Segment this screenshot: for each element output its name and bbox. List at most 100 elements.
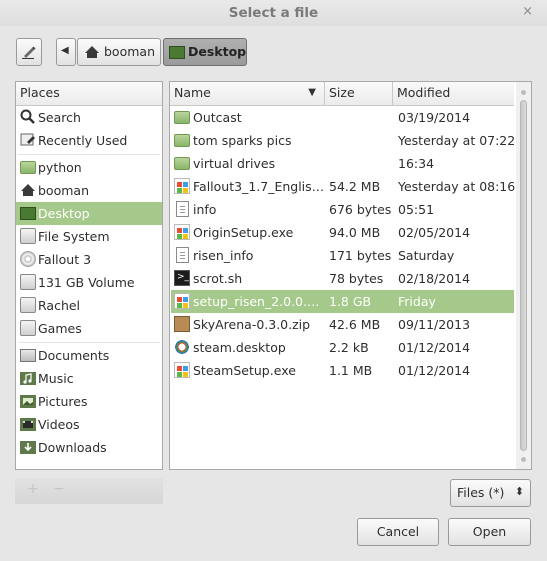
home-icon — [85, 46, 99, 58]
file-modified-cell: Saturday — [398, 248, 455, 263]
file-modified-cell: Friday — [398, 294, 436, 309]
cancel-button[interactable]: Cancel — [357, 518, 439, 546]
file-row[interactable]: tom sparks pics Yesterday at 07:22 — [171, 129, 516, 152]
file-modified-cell: 02/18/2014 — [398, 271, 471, 286]
places-item-file-system[interactable]: File System — [16, 225, 162, 248]
pictures-icon — [20, 393, 36, 409]
places-header[interactable]: Places — [16, 82, 162, 106]
places-item-search[interactable]: Search — [16, 106, 162, 129]
places-item-music[interactable]: Music — [16, 367, 162, 390]
updown-arrow-icon: ⬍ — [514, 485, 524, 498]
type-location-button[interactable] — [16, 38, 42, 66]
title-bar[interactable]: Select a file × — [0, 0, 547, 26]
file-modified-cell: Yesterday at 08:16 — [398, 179, 516, 194]
file-list: Name ▼ Size Modified Outcast 03/19/2014 to… — [169, 81, 532, 470]
places-item-pictures[interactable]: Pictures — [16, 390, 162, 413]
file-name-cell: scrot.sh — [193, 271, 243, 286]
places-item-label: Search — [38, 110, 81, 125]
pencil-icon — [22, 46, 36, 59]
file-row[interactable]: Outcast 03/19/2014 — [171, 106, 514, 129]
scroll-up-arrow[interactable] — [521, 90, 526, 95]
vertical-scrollbar[interactable] — [516, 82, 531, 469]
music-icon — [20, 370, 36, 386]
open-button[interactable]: Open — [448, 518, 531, 546]
launcher-icon — [174, 339, 190, 355]
folder-icon — [174, 134, 190, 147]
file-row[interactable]: info 676 bytes 05:51 — [171, 198, 514, 221]
scroll-down-arrow[interactable] — [521, 457, 526, 462]
file-row[interactable]: risen_info 171 bytes Saturday — [171, 244, 514, 267]
file-modified-cell: 03/19/2014 — [398, 110, 471, 125]
documents-icon — [20, 349, 36, 362]
file-row[interactable]: >_ scrot.sh 78 bytes 02/18/2014 — [171, 267, 514, 290]
places-item-booman[interactable]: booman — [16, 179, 162, 202]
disc-icon — [20, 251, 36, 267]
path-button-booman[interactable]: booman — [77, 38, 161, 66]
videos-icon — [20, 416, 36, 432]
file-row[interactable]: setup_risen_2.0.0.… 1.8 GB Friday — [171, 290, 514, 313]
file-modified-cell: 05:51 — [398, 202, 435, 217]
file-row[interactable]: Fallout3_1.7_Englis… 54.2 MB Yesterday at … — [171, 175, 516, 198]
sort-descending-icon: ▼ — [308, 87, 316, 98]
places-item-python[interactable]: python — [16, 156, 162, 179]
column-size-label: Size — [329, 85, 355, 100]
file-size-cell: 42.6 MB — [329, 317, 381, 332]
places-item-downloads[interactable]: Downloads — [16, 436, 162, 459]
file-modified-cell: Yesterday at 07:22 — [398, 133, 516, 148]
column-header-modified[interactable]: Modified — [393, 82, 514, 106]
path-back-button[interactable]: ◀ — [56, 38, 76, 66]
folder-icon — [174, 157, 190, 170]
file-row[interactable]: SkyArena-0.3.0.zip 42.6 MB 09/11/2013 — [171, 313, 514, 336]
places-item-rachel[interactable]: Rachel — [16, 294, 162, 317]
file-name-cell: SkyArena-0.3.0.zip — [193, 317, 311, 332]
places-item-fallout-3[interactable]: Fallout 3 — [16, 248, 162, 271]
path-label-desktop: Desktop — [188, 44, 247, 59]
text-file-icon — [176, 247, 189, 263]
places-item-label: Games — [38, 321, 82, 336]
recent-icon — [20, 132, 36, 148]
places-item-label: File System — [38, 229, 110, 244]
add-bookmark-button[interactable]: + — [27, 481, 39, 497]
column-header-size[interactable]: Size — [325, 82, 393, 106]
file-row[interactable]: virtual drives 16:34 — [171, 152, 514, 175]
remove-bookmark-button[interactable]: − — [53, 481, 65, 497]
file-name-cell: info — [193, 202, 217, 217]
file-size-cell: 1.8 GB — [329, 294, 372, 309]
places-item-games[interactable]: Games — [16, 317, 162, 340]
folder-icon — [174, 111, 190, 124]
path-button-desktop[interactable]: Desktop — [163, 38, 247, 66]
file-row[interactable]: OriginSetup.exe 94.0 MB 02/05/2014 — [171, 221, 514, 244]
close-icon[interactable]: × — [522, 4, 533, 19]
places-item-desktop[interactable]: Desktop — [16, 202, 162, 225]
places-item-label: Rachel — [38, 298, 81, 313]
places-item-videos[interactable]: Videos — [16, 413, 162, 436]
file-filter-label: Files (*) — [457, 485, 505, 500]
file-size-cell: 1.1 MB — [329, 363, 373, 378]
file-modified-cell: 16:34 — [398, 156, 435, 171]
file-size-cell: 676 bytes — [329, 202, 392, 217]
places-sidebar: Places Search Recently Used python booman De… — [15, 81, 163, 470]
chevron-left-icon: ◀ — [61, 45, 69, 56]
scrollbar-thumb[interactable] — [520, 100, 527, 451]
file-size-cell: 171 bytes — [329, 248, 392, 263]
places-item-label: Documents — [38, 348, 110, 363]
places-item-recently-used[interactable]: Recently Used — [16, 129, 162, 152]
places-separator — [18, 342, 160, 343]
desktop-icon — [169, 46, 185, 59]
drive-icon — [20, 274, 36, 290]
places-item-label: Desktop — [38, 206, 90, 221]
file-row[interactable]: steam.desktop 2.2 kB 01/12/2014 — [171, 336, 514, 359]
file-filter-combo[interactable]: Files (*) ⬍ — [450, 479, 531, 507]
file-modified-cell: 01/12/2014 — [398, 363, 471, 378]
places-item-documents[interactable]: Documents — [16, 344, 162, 367]
file-modified-cell: 01/12/2014 — [398, 340, 471, 355]
file-chooser-dialog: Select a file × ◀ booman Desktop Places … — [0, 0, 547, 561]
file-size-cell: 54.2 MB — [329, 179, 381, 194]
file-name-cell: setup_risen_2.0.0.… — [193, 294, 320, 309]
file-size-cell: 2.2 kB — [329, 340, 369, 355]
drive-icon — [20, 297, 36, 313]
column-header-name[interactable]: Name ▼ — [170, 82, 325, 106]
places-item-label: booman — [38, 183, 89, 198]
file-row[interactable]: SteamSetup.exe 1.1 MB 01/12/2014 — [171, 359, 514, 382]
places-item-131-gb-volume[interactable]: 131 GB Volume — [16, 271, 162, 294]
